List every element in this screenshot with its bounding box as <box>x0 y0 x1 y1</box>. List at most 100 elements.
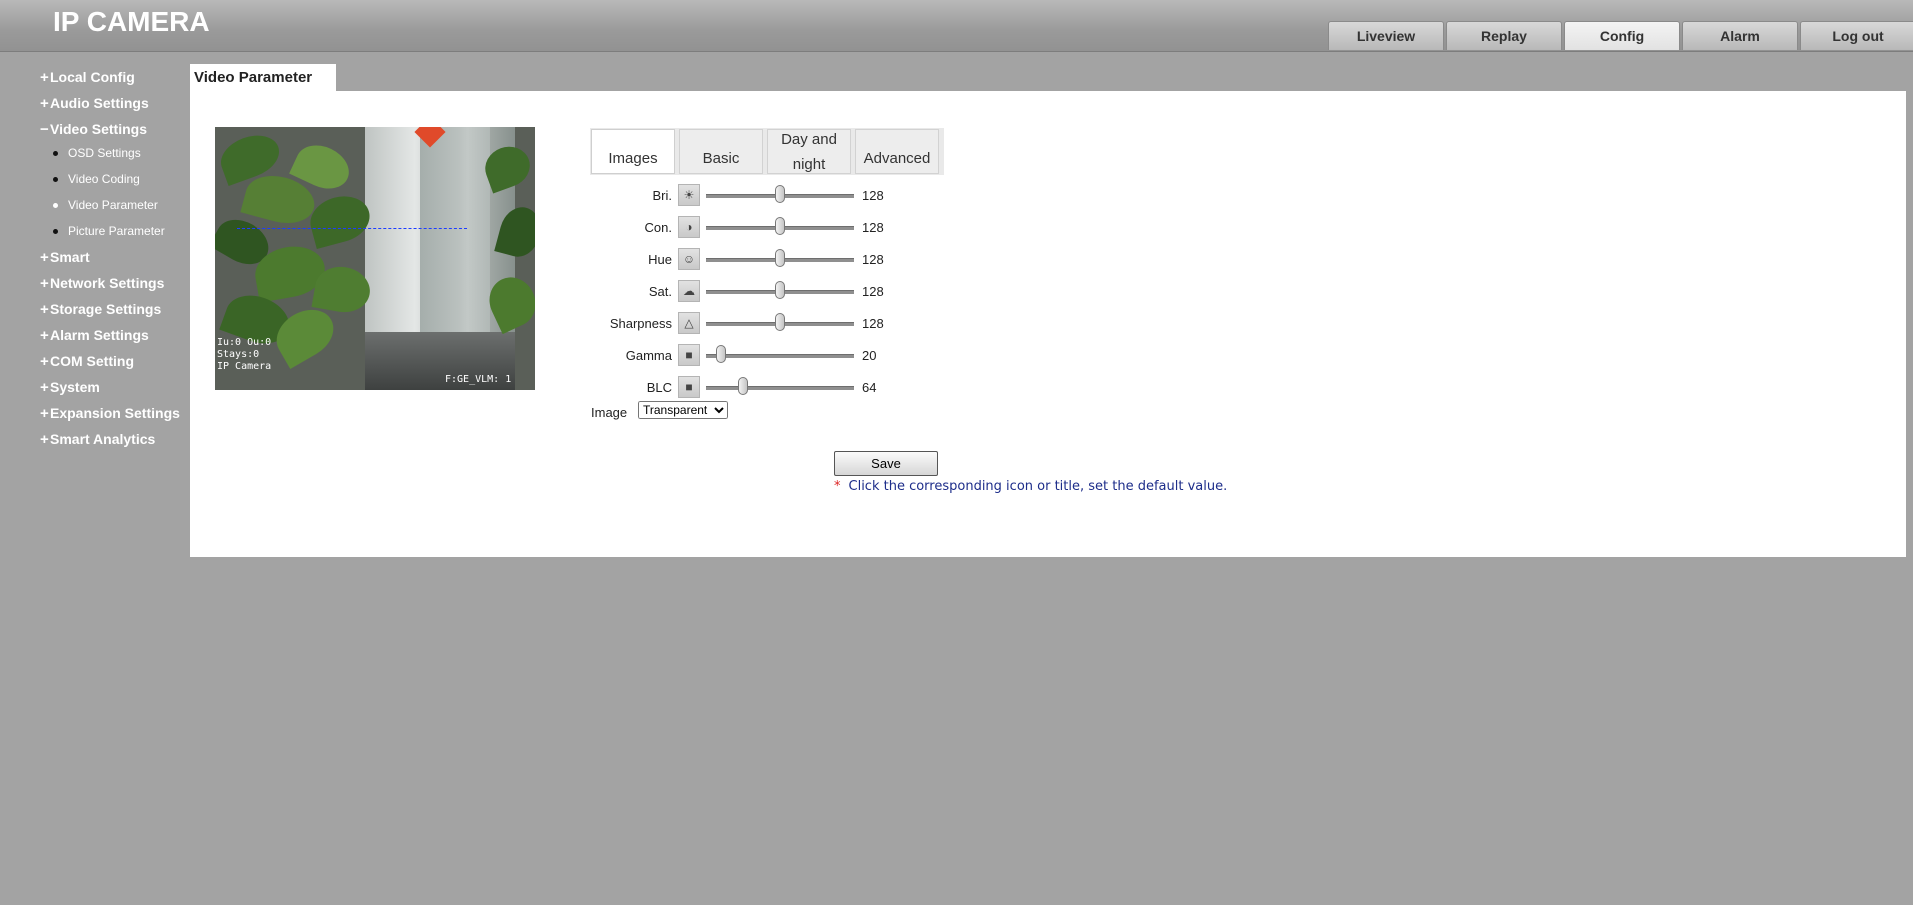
sidebar-group-video-settings[interactable]: −Video Settings <box>40 120 190 146</box>
param-label[interactable]: BLC <box>647 380 672 395</box>
image-mode-select[interactable]: Transparent <box>638 401 728 419</box>
main-nav: Liveview Replay Config Alarm Log out <box>1328 21 1913 51</box>
param-value: 128 <box>862 252 884 267</box>
param-row-blc: BLC ■ 64 <box>540 376 940 402</box>
slider-thumb[interactable] <box>775 185 786 203</box>
sidebar-item-video-parameter[interactable]: Video Parameter <box>50 196 190 222</box>
param-label[interactable]: Gamma <box>626 348 672 363</box>
sidebar-item-label: Video Parameter <box>68 198 158 212</box>
sidebar-item-label: OSD Settings <box>68 146 141 160</box>
tab-basic[interactable]: Basic <box>679 129 763 174</box>
sidebar-group-label: Expansion Settings <box>50 405 180 421</box>
param-row-gamma: Gamma ■ 20 <box>540 344 940 370</box>
brightness-icon[interactable]: ☀ <box>678 184 700 206</box>
contrast-icon[interactable]: ◑ <box>678 216 700 238</box>
slider-thumb[interactable] <box>775 249 786 267</box>
sidebar-group-network-settings[interactable]: +Network Settings <box>40 274 190 300</box>
expand-icon: + <box>40 431 49 448</box>
sidebar-group-local-config[interactable]: +Local Config <box>40 68 190 94</box>
hint-star: * <box>834 479 841 494</box>
image-mode-label: Image <box>591 405 628 420</box>
expand-icon: + <box>40 379 49 396</box>
expand-icon: + <box>40 353 49 370</box>
param-slider[interactable] <box>706 354 854 358</box>
tab-advanced[interactable]: Advanced <box>855 129 939 174</box>
param-value: 128 <box>862 220 884 235</box>
sidebar-group-smart[interactable]: +Smart <box>40 248 190 274</box>
sidebar-group-system[interactable]: +System <box>40 378 190 404</box>
sidebar-group-label: Network Settings <box>50 275 165 291</box>
bullet-icon <box>53 229 58 234</box>
detection-line <box>237 228 467 229</box>
sidebar-group-label: Smart Analytics <box>50 431 156 447</box>
hue-icon[interactable]: ☺ <box>678 248 700 270</box>
top-bar: IP CAMERA Liveview Replay Config Alarm Log o… <box>0 0 1913 52</box>
expand-icon: + <box>40 405 49 422</box>
sidebar-group-label: Local Config <box>50 69 135 85</box>
param-value: 64 <box>862 380 877 395</box>
tab-label: Basic <box>702 150 740 167</box>
nav-tab-config[interactable]: Config <box>1564 21 1680 50</box>
sidebar-item-osd-settings[interactable]: OSD Settings <box>50 144 190 170</box>
sidebar: +Local Config +Audio Settings −Video Setti… <box>40 68 190 456</box>
sidebar-group-smart-analytics[interactable]: +Smart Analytics <box>40 430 190 456</box>
param-label[interactable]: Sharpness <box>610 316 672 331</box>
param-row-con: Con. ◑ 128 <box>540 216 940 242</box>
bullet-icon <box>53 151 58 156</box>
sidebar-submenu: OSD Settings Video Coding Video Parameter P… <box>50 144 190 248</box>
nav-tab-liveview[interactable]: Liveview <box>1328 21 1444 50</box>
param-tabs: Images Basic Day and night Advanced <box>590 128 944 175</box>
app-title: IP CAMERA <box>53 6 210 37</box>
tab-images[interactable]: Images <box>591 129 675 174</box>
expand-icon: + <box>40 301 49 318</box>
sidebar-group-label: Alarm Settings <box>50 327 149 343</box>
sidebar-group-storage-settings[interactable]: +Storage Settings <box>40 300 190 326</box>
expand-icon: + <box>40 69 49 86</box>
default-hint: * Click the corresponding icon or title, … <box>834 479 1227 494</box>
slider-thumb[interactable] <box>775 217 786 235</box>
save-button[interactable]: Save <box>834 451 938 476</box>
sidebar-item-video-coding[interactable]: Video Coding <box>50 170 190 196</box>
param-label[interactable]: Bri. <box>653 188 673 203</box>
sidebar-group-label: COM Setting <box>50 353 134 369</box>
expand-icon: + <box>40 275 49 292</box>
sidebar-item-picture-parameter[interactable]: Picture Parameter <box>50 222 190 248</box>
page-title: Video Parameter <box>190 64 336 91</box>
sidebar-group-label: Video Settings <box>50 121 147 137</box>
sharpness-icon[interactable]: △ <box>678 312 700 334</box>
sidebar-group-expansion-settings[interactable]: +Expansion Settings <box>40 404 190 430</box>
blc-icon[interactable]: ■ <box>678 376 700 398</box>
sidebar-group-alarm-settings[interactable]: +Alarm Settings <box>40 326 190 352</box>
param-row-sharpness: Sharpness △ 128 <box>540 312 940 338</box>
slider-thumb[interactable] <box>738 377 749 395</box>
nav-tab-log-out[interactable]: Log out <box>1800 21 1913 50</box>
gamma-icon[interactable]: ■ <box>678 344 700 366</box>
tab-day-and-night[interactable]: Day and night <box>767 129 851 174</box>
param-value: 20 <box>862 348 877 363</box>
expand-icon: + <box>40 249 49 266</box>
slider-thumb[interactable] <box>715 345 726 363</box>
tab-label: Advanced <box>863 150 931 167</box>
param-value: 128 <box>862 284 884 299</box>
expand-icon: + <box>40 327 49 344</box>
sidebar-group-label: Audio Settings <box>50 95 149 111</box>
slider-thumb[interactable] <box>775 281 786 299</box>
osd-text-right: F:GE_VLM: 1 <box>445 374 512 385</box>
video-preview: Iu:0 Ou:0 Stays:0 IP Camera F:GE_VLM: 1 <box>215 127 535 390</box>
bullet-icon <box>53 203 58 208</box>
param-label[interactable]: Hue <box>648 252 672 267</box>
saturation-icon[interactable]: ☁ <box>678 280 700 302</box>
param-row-bri: Bri. ☀ 128 <box>540 184 940 210</box>
param-label[interactable]: Con. <box>645 220 672 235</box>
nav-tab-alarm[interactable]: Alarm <box>1682 21 1798 50</box>
sidebar-item-label: Picture Parameter <box>68 224 165 238</box>
nav-tab-replay[interactable]: Replay <box>1446 21 1562 50</box>
param-value: 128 <box>862 316 884 331</box>
param-label[interactable]: Sat. <box>649 284 672 299</box>
sidebar-group-audio-settings[interactable]: +Audio Settings <box>40 94 190 120</box>
tab-label: Images <box>608 150 658 167</box>
slider-thumb[interactable] <box>775 313 786 331</box>
sidebar-group-com-setting[interactable]: +COM Setting <box>40 352 190 378</box>
param-slider[interactable] <box>706 386 854 390</box>
param-row-hue: Hue ☺ 128 <box>540 248 940 274</box>
